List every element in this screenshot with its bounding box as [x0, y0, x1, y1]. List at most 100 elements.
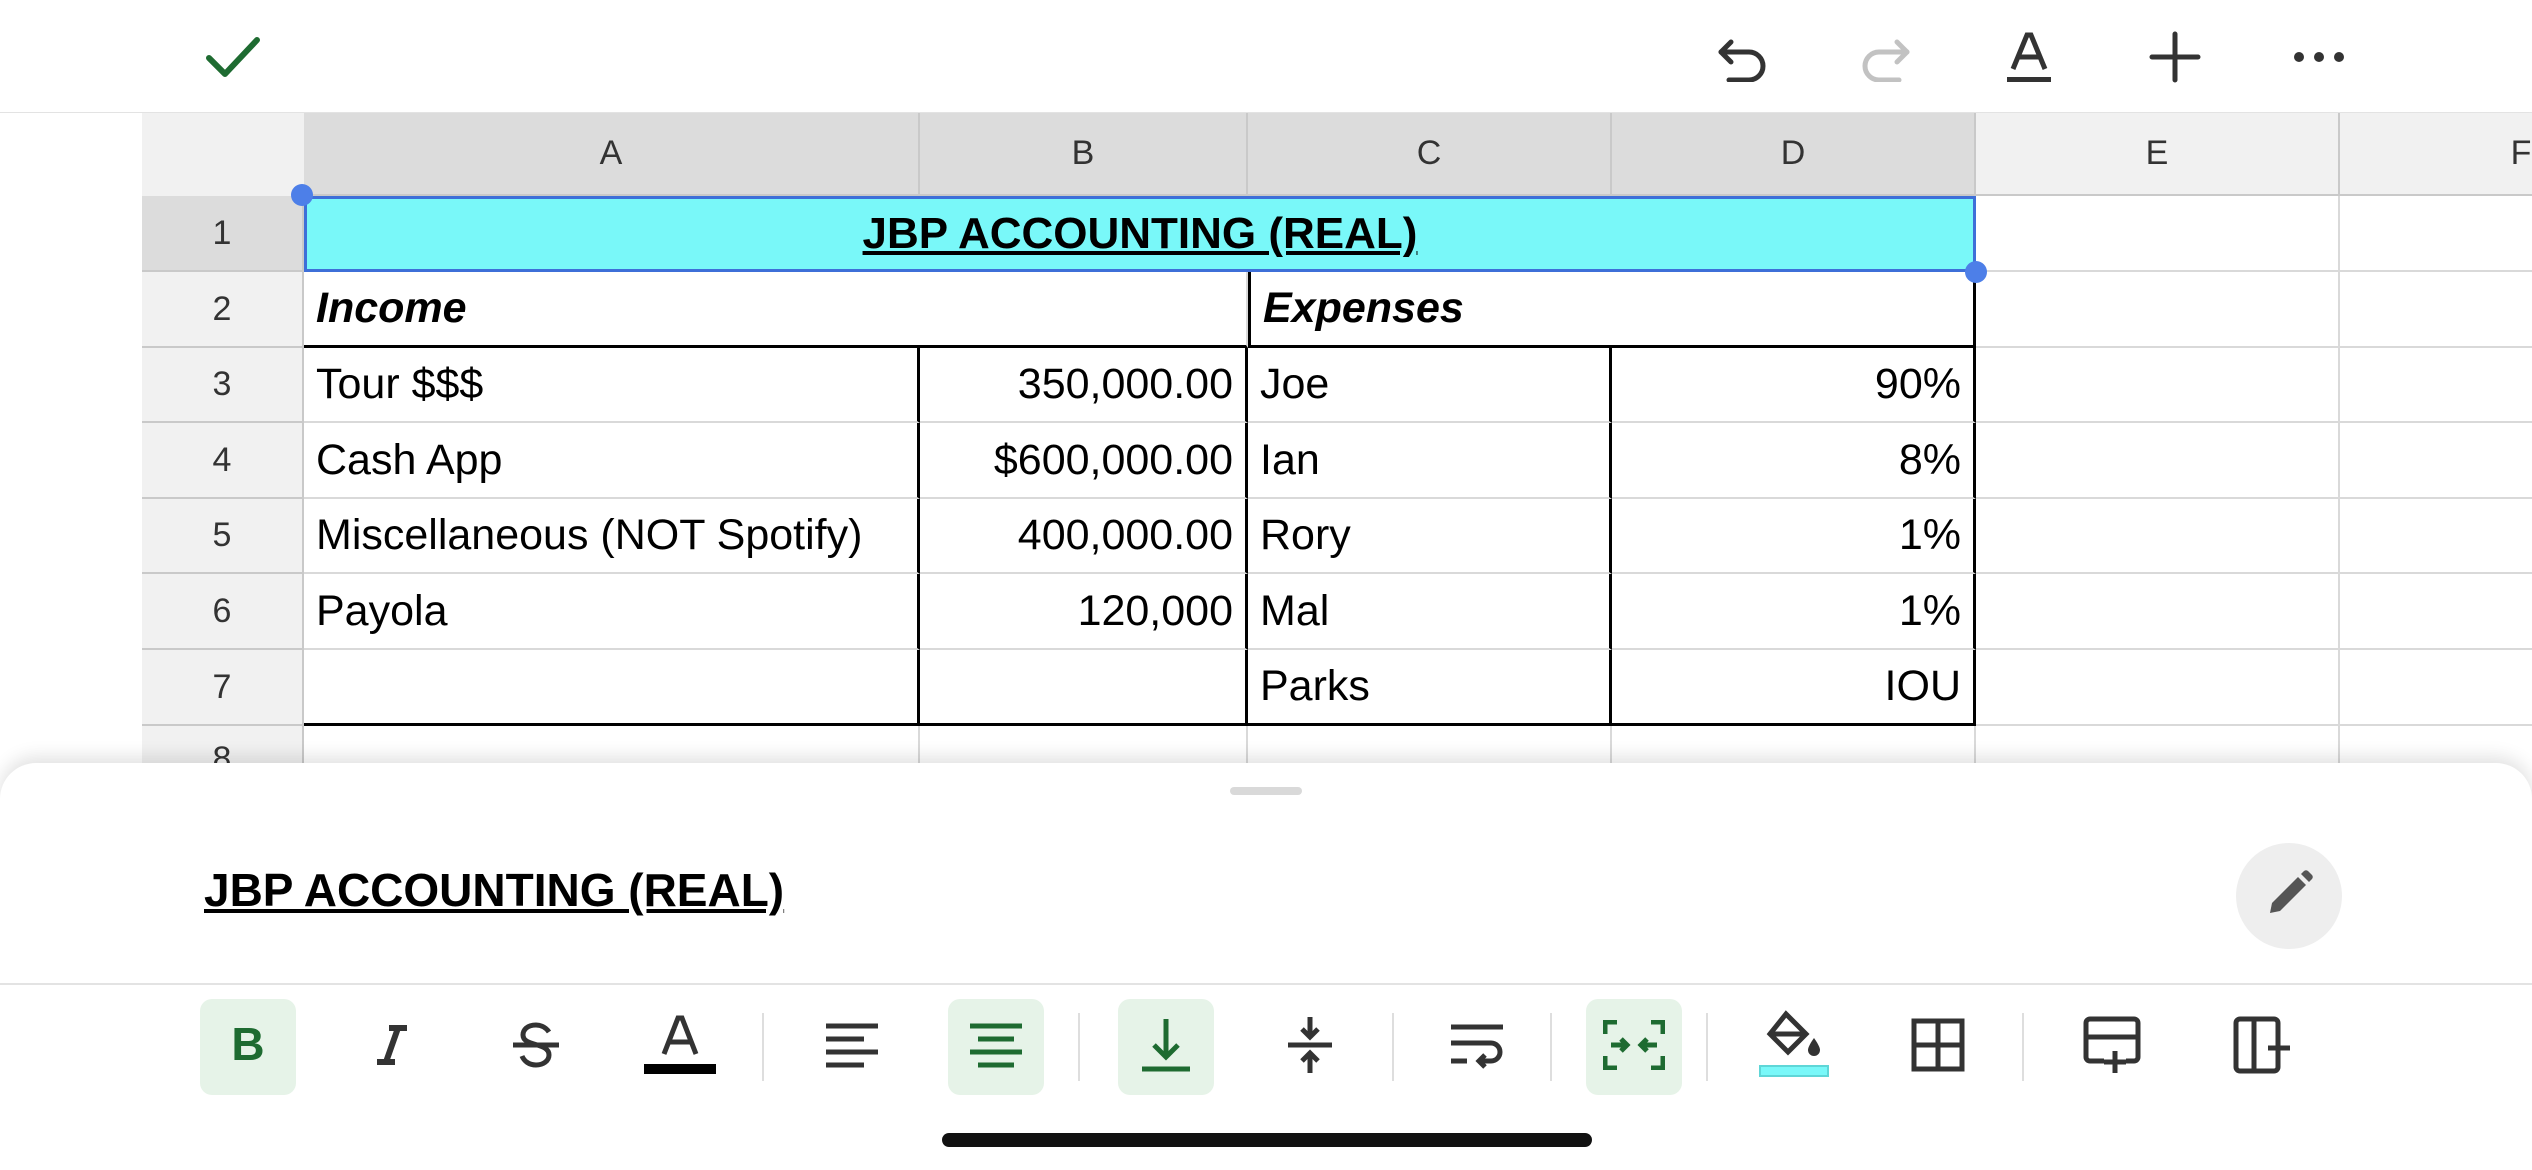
cell-d8[interactable]: [1612, 726, 1976, 763]
row-header-6[interactable]: 6: [142, 574, 304, 650]
valign-bottom-button[interactable]: [1118, 999, 1214, 1095]
expense-label-cell[interactable]: Joe: [1248, 348, 1612, 423]
check-icon[interactable]: [198, 22, 268, 92]
row-header-1[interactable]: 1: [142, 196, 304, 272]
column-header-c[interactable]: C: [1248, 113, 1612, 196]
cell-f1[interactable]: [2340, 196, 2532, 272]
selection-handle-end[interactable]: [1965, 261, 1987, 283]
align-left-button[interactable]: [804, 999, 900, 1095]
expense-value-cell[interactable]: 8%: [1612, 423, 1976, 499]
cell-editor-sheet: JBP ACCOUNTING (REAL) B: [0, 763, 2532, 1170]
cell-e3[interactable]: [1976, 348, 2340, 423]
more-icon[interactable]: [2284, 22, 2354, 92]
toolbar-separator: [1078, 1013, 1080, 1081]
selection-handle-start[interactable]: [291, 184, 313, 206]
top-toolbar: [0, 0, 2532, 114]
cell-content-preview[interactable]: JBP ACCOUNTING (REAL): [204, 863, 784, 917]
expenses-header-cell[interactable]: Expenses: [1248, 272, 1976, 348]
cell-e2[interactable]: [1976, 272, 2340, 348]
cell-f2[interactable]: [2340, 272, 2532, 348]
toolbar-separator: [1706, 1013, 1708, 1081]
income-value-cell[interactable]: 400,000.00: [920, 499, 1248, 574]
income-header-cell[interactable]: Income: [304, 272, 1248, 348]
borders-button[interactable]: [1890, 999, 1986, 1095]
expense-value-cell[interactable]: 90%: [1612, 348, 1976, 423]
merge-cells-button[interactable]: [1586, 999, 1682, 1095]
expense-label-cell[interactable]: Ian: [1248, 423, 1612, 499]
row-header-3[interactable]: 3: [142, 348, 304, 423]
row-header-2[interactable]: 2: [142, 272, 304, 348]
income-label-cell[interactable]: Payola: [304, 574, 920, 650]
row-header-4[interactable]: 4: [142, 423, 304, 499]
cell-e1[interactable]: [1976, 196, 2340, 272]
row-header-8[interactable]: 8: [142, 726, 304, 763]
income-value-cell[interactable]: 350,000.00: [920, 348, 1248, 423]
strikethrough-button[interactable]: [488, 999, 584, 1095]
bold-button[interactable]: B: [200, 999, 296, 1095]
redo-icon[interactable]: [1850, 22, 1920, 92]
align-center-button[interactable]: [948, 999, 1044, 1095]
cell-f7[interactable]: [2340, 650, 2532, 726]
income-value-cell[interactable]: 120,000: [920, 574, 1248, 650]
cell-e4[interactable]: [1976, 423, 2340, 499]
column-header-d[interactable]: D: [1612, 113, 1976, 196]
home-indicator: [942, 1133, 1592, 1147]
format-toolbar: B: [0, 999, 2532, 1109]
sheet-grabber[interactable]: [1230, 787, 1302, 795]
expense-label-cell[interactable]: Parks: [1248, 650, 1612, 726]
text-format-icon[interactable]: [1994, 22, 2064, 92]
insert-column-button[interactable]: [2214, 999, 2310, 1095]
text-color-button[interactable]: [632, 999, 728, 1095]
income-label-cell[interactable]: Tour $$$: [304, 348, 920, 423]
cell-e5[interactable]: [1976, 499, 2340, 574]
add-icon[interactable]: [2140, 22, 2210, 92]
income-label-cell[interactable]: [304, 650, 920, 726]
insert-row-button[interactable]: [2064, 999, 2160, 1095]
strikethrough-icon: [509, 1020, 563, 1075]
wrap-text-button[interactable]: [1430, 999, 1526, 1095]
bold-icon: B: [223, 1018, 273, 1075]
toolbar-separator: [2022, 1013, 2024, 1081]
expense-value-cell[interactable]: IOU: [1612, 650, 1976, 726]
valign-middle-button[interactable]: [1262, 999, 1358, 1095]
income-value-cell[interactable]: $600,000.00: [920, 423, 1248, 499]
italic-button[interactable]: [344, 999, 440, 1095]
expense-label-cell[interactable]: Rory: [1248, 499, 1612, 574]
expense-value-cell[interactable]: 1%: [1612, 574, 1976, 650]
fill-color-button[interactable]: [1746, 999, 1842, 1095]
row-header-5[interactable]: 5: [142, 499, 304, 574]
insert-row-icon: [2082, 1015, 2142, 1080]
expense-label-cell[interactable]: Mal: [1248, 574, 1612, 650]
spreadsheet-grid[interactable]: A B C D E F 1 2 3 4 5 6 7 8 JBP ACCOUNTI…: [0, 113, 2532, 763]
cell-f6[interactable]: [2340, 574, 2532, 650]
cell-f5[interactable]: [2340, 499, 2532, 574]
column-header-b[interactable]: B: [920, 113, 1248, 196]
toolbar-separator: [762, 1013, 764, 1081]
column-header-f[interactable]: F: [2340, 113, 2532, 196]
merge-cells-icon: [1602, 1019, 1666, 1075]
cell-c8[interactable]: [1248, 726, 1612, 763]
income-label-cell[interactable]: Miscellaneous (NOT Spotify): [304, 499, 920, 574]
title-cell[interactable]: JBP ACCOUNTING (REAL): [304, 196, 1976, 272]
undo-icon[interactable]: [1708, 22, 1778, 92]
cell-e7[interactable]: [1976, 650, 2340, 726]
cell-e6[interactable]: [1976, 574, 2340, 650]
expense-value-cell[interactable]: 1%: [1612, 499, 1976, 574]
sheet-divider: [0, 983, 2532, 985]
cell-e8[interactable]: [1976, 726, 2340, 763]
income-value-cell[interactable]: [920, 650, 1248, 726]
edit-button[interactable]: [2236, 843, 2342, 949]
column-header-e[interactable]: E: [1976, 113, 2340, 196]
valign-bottom-icon: [1140, 1017, 1192, 1078]
cell-b8[interactable]: [920, 726, 1248, 763]
select-all-corner[interactable]: [142, 113, 306, 198]
column-header-a[interactable]: A: [304, 113, 920, 196]
cell-f8[interactable]: [2340, 726, 2532, 763]
text-color-icon: [644, 1012, 716, 1083]
cell-f4[interactable]: [2340, 423, 2532, 499]
income-label-cell[interactable]: Cash App: [304, 423, 920, 499]
row-header-7[interactable]: 7: [142, 650, 304, 726]
cell-f3[interactable]: [2340, 348, 2532, 423]
cell-a8[interactable]: [304, 726, 920, 763]
valign-middle-icon: [1284, 1015, 1336, 1080]
